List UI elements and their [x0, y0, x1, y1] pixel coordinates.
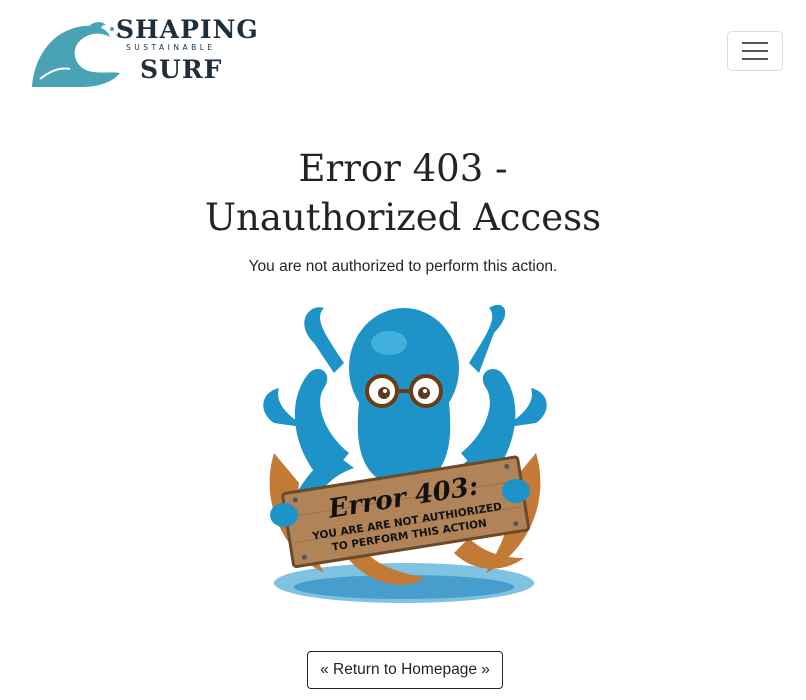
- wave-icon: [32, 22, 120, 88]
- navbar: SHAPING SUSTAINABLE SURF: [0, 0, 806, 110]
- page-title-line1: Error 403 -: [298, 147, 508, 190]
- error-message: You are not authorized to perform this a…: [248, 258, 558, 275]
- octopus-error-illustration: Error 403: YOU ARE ARE NOT AUTHIORIZED T…: [263, 304, 547, 603]
- logo-text-sustainable: SUSTAINABLE: [126, 43, 216, 52]
- brand-logo-link[interactable]: SHAPING SUSTAINABLE SURF: [30, 15, 258, 90]
- navbar-toggle-button[interactable]: [727, 31, 783, 71]
- logo-text-surf: SURF: [140, 55, 223, 84]
- return-to-homepage-button[interactable]: « Return to Homepage »: [307, 651, 503, 689]
- hamburger-menu-icon: [742, 42, 768, 60]
- page-title-line2: Unauthorized Access: [204, 196, 602, 239]
- error-content: Error 403 - Unauthorized Access You are …: [0, 120, 806, 276]
- logo-text-shaping: SHAPING: [116, 15, 259, 44]
- page-title: Error 403 - Unauthorized Access: [0, 144, 806, 242]
